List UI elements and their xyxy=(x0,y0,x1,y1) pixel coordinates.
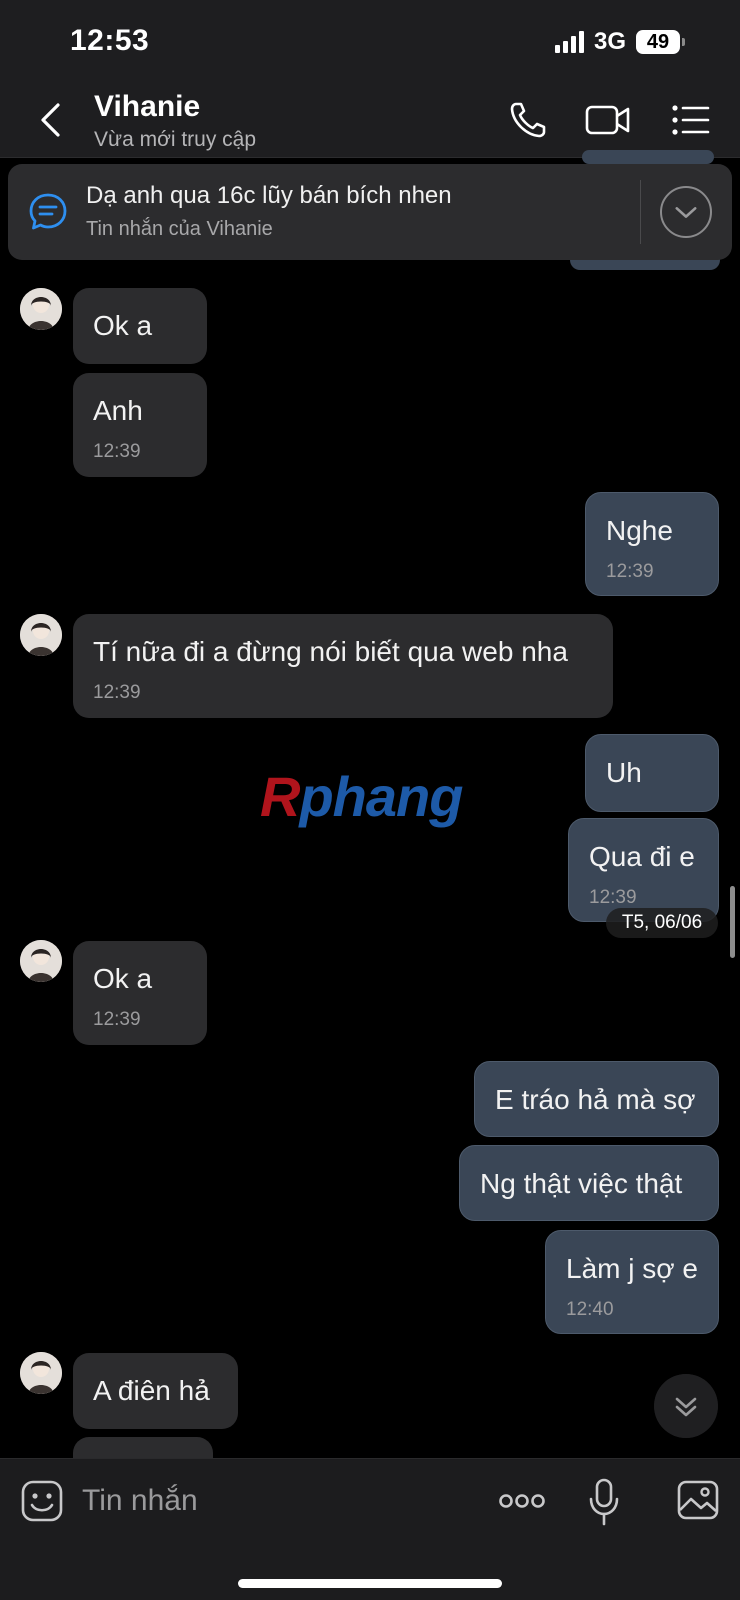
date-separator: T5, 06/06 xyxy=(606,908,718,938)
menu-list-icon[interactable] xyxy=(668,98,712,142)
message-text: Nghe xyxy=(606,515,673,546)
status-indicators: 3G 49 xyxy=(554,28,685,56)
microphone-icon[interactable] xyxy=(588,1477,620,1527)
avatar[interactable] xyxy=(20,1352,62,1394)
message-text: A điên hả xyxy=(93,1375,210,1406)
avatar[interactable] xyxy=(20,940,62,982)
watermark-logo: Rphang xyxy=(260,765,463,828)
partial-bubble xyxy=(582,150,714,164)
message-text: Qua đi e xyxy=(589,841,695,872)
home-indicator xyxy=(238,1579,502,1588)
message-time: 12:39 xyxy=(93,682,141,703)
message-bubble[interactable]: Uh xyxy=(585,734,719,812)
status-time: 12:53 xyxy=(70,24,150,57)
message-text: Ok a xyxy=(93,310,153,341)
message-input[interactable] xyxy=(82,1473,462,1529)
scroll-to-bottom-button[interactable] xyxy=(654,1374,718,1438)
message-time: 12:39 xyxy=(589,887,637,908)
message-bubble[interactable]: Nghe 12:39 xyxy=(585,492,719,596)
message-bubble[interactable]: A điên hả xyxy=(73,1353,238,1429)
message-bubble[interactable]: Qua đi e 12:39 xyxy=(568,818,719,922)
message-time: 12:39 xyxy=(93,1009,141,1030)
network-label: 3G xyxy=(593,28,626,55)
message-bubble[interactable]: E tráo hả mà sợ xyxy=(474,1061,719,1137)
message-bubble[interactable]: Ok a xyxy=(73,288,207,364)
pinned-message-sender: Tin nhắn của Vihanie xyxy=(86,218,273,240)
message-text: Anh xyxy=(93,395,143,426)
pinned-message-banner[interactable]: Dạ anh qua 16c lũy bán bích nhen Tin nhắ… xyxy=(8,164,732,260)
chevron-down-icon[interactable] xyxy=(660,186,712,238)
signal-icon xyxy=(554,31,584,53)
battery-icon: 49 xyxy=(636,30,685,54)
message-bubble[interactable]: Tí nữa đi a đừng nói biết qua web nha 12… xyxy=(73,614,613,718)
message-bubble-icon xyxy=(29,193,67,230)
chat-header: Vihanie Vừa mới truy cập xyxy=(0,82,740,158)
message-time: 12:39 xyxy=(606,561,654,582)
message-time: 12:40 xyxy=(566,1299,614,1320)
video-call-icon[interactable] xyxy=(584,98,632,142)
status-bar: 12:53 3G 49 xyxy=(0,0,740,82)
scrollbar[interactable] xyxy=(730,886,735,958)
message-text: E tráo hả mà sợ xyxy=(495,1084,696,1115)
message-text: Ng thật việc thật xyxy=(480,1168,683,1199)
avatar[interactable] xyxy=(20,288,62,330)
message-bubble[interactable]: Làm j sợ e 12:40 xyxy=(545,1230,719,1334)
message-text: Ok a xyxy=(93,963,153,994)
message-time: 12:39 xyxy=(93,441,141,462)
more-options-icon[interactable] xyxy=(498,1487,546,1515)
avatar[interactable] xyxy=(20,614,62,656)
message-text: Làm j sợ e xyxy=(566,1253,698,1284)
phone-icon[interactable] xyxy=(506,98,550,142)
back-arrow-icon[interactable] xyxy=(36,102,66,138)
message-bubble[interactable]: Ng thật việc thật xyxy=(459,1145,719,1221)
divider xyxy=(640,180,641,244)
composer-bar xyxy=(0,1458,740,1600)
image-gallery-icon[interactable] xyxy=(676,1479,720,1521)
contact-status: Vừa mới truy cập xyxy=(94,128,257,151)
message-text: Uh xyxy=(606,757,642,788)
message-text: Tí nữa đi a đừng nói biết qua web nha xyxy=(93,636,568,667)
sticker-emoji-icon[interactable] xyxy=(20,1479,64,1523)
contact-name[interactable]: Vihanie xyxy=(94,90,200,124)
pinned-message-text: Dạ anh qua 16c lũy bán bích nhen xyxy=(86,182,452,209)
message-bubble[interactable]: Anh 12:39 xyxy=(73,373,207,477)
message-bubble[interactable]: Ok a 12:39 xyxy=(73,941,207,1045)
